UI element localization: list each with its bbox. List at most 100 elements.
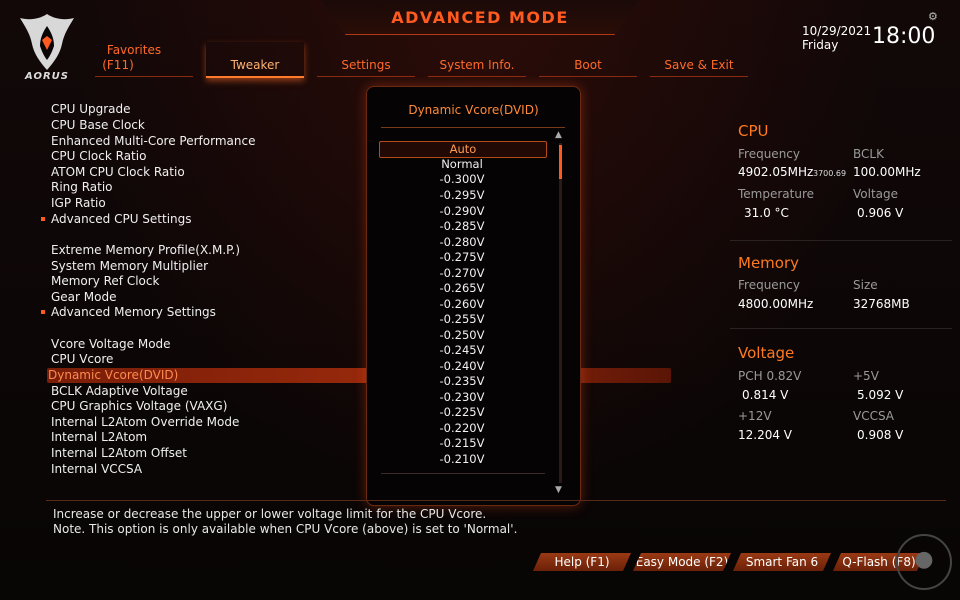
scroll-down-arrow-icon[interactable]: ▼ <box>555 485 562 495</box>
menu-item[interactable]: CPU Base Clock <box>51 117 145 133</box>
popup-option[interactable]: -0.235V <box>379 374 545 389</box>
tab-save-exit[interactable]: Save & Exit <box>650 42 748 77</box>
menu-item[interactable]: Extreme Memory Profile(X.M.P.) <box>51 242 240 258</box>
popup-option[interactable]: -0.295V <box>379 188 545 203</box>
tab-favorites-label: Favorites <box>106 43 162 57</box>
popup-footer-line <box>381 473 545 474</box>
tab-settings-label: Settings <box>341 58 391 72</box>
menu-item[interactable]: Internal VCCSA <box>51 461 142 477</box>
cpu-frequency-small: 3700.69 <box>813 169 847 178</box>
popup-option[interactable]: -0.260V <box>379 297 545 312</box>
menu-item[interactable]: Internal L2Atom Offset <box>51 445 187 461</box>
date-display: 10/29/2021 Friday <box>802 24 871 52</box>
divider <box>730 240 952 241</box>
menu-item[interactable]: Gear Mode <box>51 289 116 305</box>
popup-option[interactable]: -0.215V <box>379 436 545 451</box>
popup-option[interactable]: -0.245V <box>379 343 545 358</box>
menu-item[interactable]: Enhanced Multi-Core Performance <box>51 133 255 149</box>
menu-item[interactable]: ATOM CPU Clock Ratio <box>51 164 185 180</box>
popup-option[interactable]: -0.230V <box>379 390 545 405</box>
tab-tweaker[interactable]: Tweaker <box>206 42 304 78</box>
watermark-logo-icon: ● <box>896 534 952 590</box>
memory-frequency-value: 4800.00MHz <box>738 297 814 311</box>
clock: 18:00 <box>872 24 936 49</box>
smart-fan-button[interactable]: Smart Fan 6 (F6) <box>733 553 831 571</box>
cpu-voltage-label: Voltage <box>853 187 899 201</box>
memory-heading: Memory <box>738 254 800 272</box>
p12v-value: 12.204 V <box>738 428 793 442</box>
popup-option[interactable]: -0.250V <box>379 328 545 343</box>
divider <box>730 328 952 329</box>
settings-gear-icon[interactable]: ⚙ <box>928 10 938 23</box>
popup-option[interactable]: Normal <box>379 157 545 172</box>
menu-item[interactable]: CPU Graphics Voltage (VAXG) <box>51 398 227 414</box>
popup-option[interactable]: -0.220V <box>379 421 545 436</box>
menu-item[interactable]: IGP Ratio <box>51 195 106 211</box>
popup-title: Dynamic Vcore(DVID) <box>408 103 539 117</box>
popup-option[interactable]: -0.290V <box>379 204 545 219</box>
menu-item[interactable]: System Memory Multiplier <box>51 258 208 274</box>
menu-item-selected[interactable]: Dynamic Vcore(DVID) <box>48 367 178 383</box>
popup-option[interactable]: -0.255V <box>379 312 545 327</box>
popup-option[interactable]: -0.225V <box>379 405 545 420</box>
menu-item[interactable]: CPU Upgrade <box>51 101 131 117</box>
menu-item[interactable]: Ring Ratio <box>51 179 113 195</box>
brand-name: AORUS <box>25 71 69 82</box>
easy-mode-button[interactable]: Easy Mode (F2) <box>633 553 731 571</box>
date-value: 10/29/2021 <box>802 24 872 38</box>
vccsa-label: VCCSA <box>853 409 895 423</box>
cpu-heading: CPU <box>738 122 769 140</box>
p12v-label: +12V <box>738 409 772 423</box>
tab-save-exit-label: Save & Exit <box>664 58 734 72</box>
scrollbar-thumb[interactable] <box>559 145 562 179</box>
help-box: Increase or decrease the upper or lower … <box>46 500 946 541</box>
menu-item[interactable]: Memory Ref Clock <box>51 273 159 289</box>
dvid-options-popup: Dynamic Vcore(DVID) Auto Normal -0.300V … <box>366 86 581 506</box>
popup-option[interactable]: -0.275V <box>379 250 545 265</box>
memory-size-value: 32768MB <box>853 297 910 311</box>
tab-tweaker-label: Tweaker <box>230 58 280 72</box>
menu-item[interactable]: CPU Clock Ratio <box>51 148 146 164</box>
cpu-frequency-value: 4902.05MHz <box>738 165 814 179</box>
vccsa-value: 0.908 V <box>857 428 904 442</box>
popup-option[interactable]: -0.270V <box>379 266 545 281</box>
submenu-item-advanced-cpu[interactable]: Advanced CPU Settings <box>41 211 192 227</box>
popup-option[interactable]: -0.240V <box>379 359 545 374</box>
p5v-label: +5V <box>853 369 879 383</box>
pch-voltage-value: 0.814 V <box>742 388 789 402</box>
tab-boot-label: Boot <box>574 58 602 72</box>
help-line-1: Increase or decrease the upper or lower … <box>53 507 487 521</box>
cpu-bclk-label: BCLK <box>853 147 884 161</box>
menu-item[interactable]: Internal L2Atom Override Mode <box>51 414 239 430</box>
help-line-2: Note. This option is only available when… <box>53 522 518 536</box>
popup-option-highlighted[interactable]: Auto <box>379 141 547 158</box>
cpu-frequency-label: Frequency <box>738 147 800 161</box>
scrollbar-track[interactable] <box>559 143 562 483</box>
menu-item[interactable]: BCLK Adaptive Voltage <box>51 383 188 399</box>
popup-option[interactable]: -0.300V <box>379 172 545 187</box>
tab-boot[interactable]: Boot <box>539 42 637 77</box>
tab-system-info[interactable]: System Info. <box>428 42 526 77</box>
help-button[interactable]: Help (F1) <box>533 553 631 571</box>
p5v-value: 5.092 V <box>857 388 904 402</box>
popup-option[interactable]: -0.285V <box>379 219 545 234</box>
voltage-heading: Voltage <box>738 344 795 362</box>
menu-item[interactable]: Internal L2Atom <box>51 429 147 445</box>
submenu-item-advanced-memory[interactable]: Advanced Memory Settings <box>41 304 216 320</box>
popup-option[interactable]: -0.265V <box>379 281 545 296</box>
menu-item[interactable]: CPU Vcore <box>51 351 113 367</box>
cpu-temperature-value: 31.0 °C <box>744 206 789 220</box>
day-value: Friday <box>802 38 839 52</box>
memory-size-label: Size <box>853 278 878 292</box>
tab-system-info-label: System Info. <box>439 58 515 72</box>
menu-item[interactable]: Vcore Voltage Mode <box>51 336 171 352</box>
popup-divider <box>381 127 565 128</box>
cpu-voltage-value: 0.906 V <box>857 206 904 220</box>
tab-favorites-key: (F11) <box>102 58 134 72</box>
popup-option[interactable]: -0.280V <box>379 235 545 250</box>
cpu-bclk-value: 100.00MHz <box>853 165 921 179</box>
popup-option[interactable]: -0.210V <box>379 452 545 467</box>
tab-favorites[interactable]: Favorites (F11) <box>95 42 193 77</box>
tab-settings[interactable]: Settings <box>317 42 415 77</box>
scroll-up-arrow-icon[interactable]: ▲ <box>555 130 562 140</box>
